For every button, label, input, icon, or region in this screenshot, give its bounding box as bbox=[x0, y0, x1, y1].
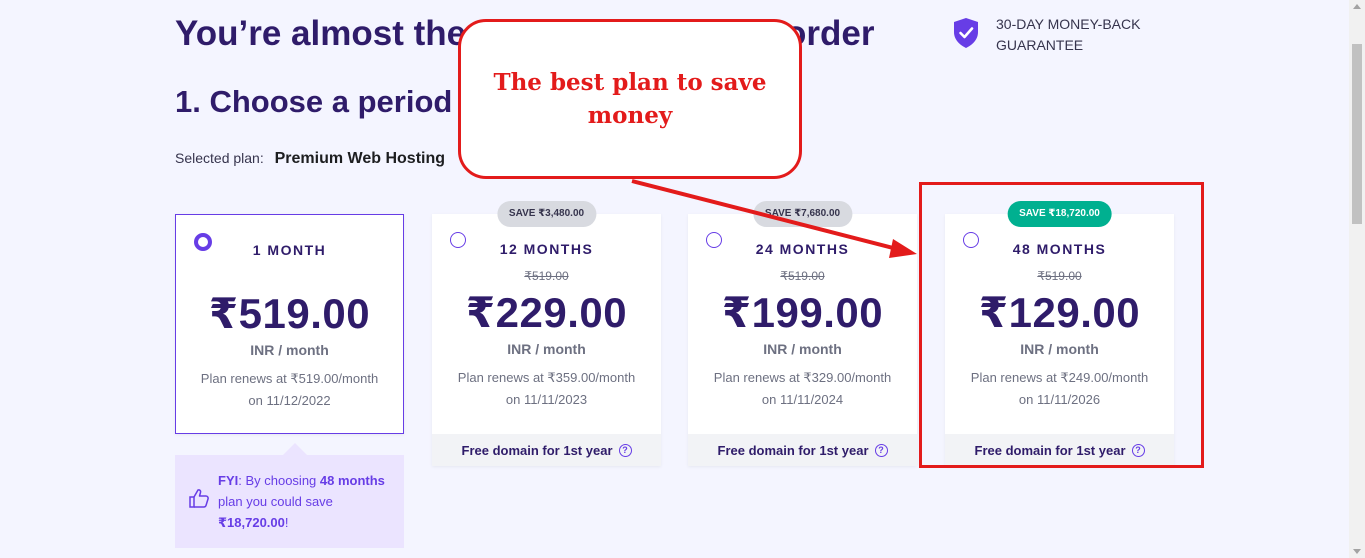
scroll-down-arrow-icon[interactable] bbox=[1353, 549, 1361, 554]
scroll-up-arrow-icon[interactable] bbox=[1353, 4, 1361, 9]
scrollbar[interactable] bbox=[1349, 0, 1365, 558]
scroll-thumb[interactable] bbox=[1352, 44, 1362, 224]
annotation-callout: The best plan to save money bbox=[458, 19, 802, 179]
